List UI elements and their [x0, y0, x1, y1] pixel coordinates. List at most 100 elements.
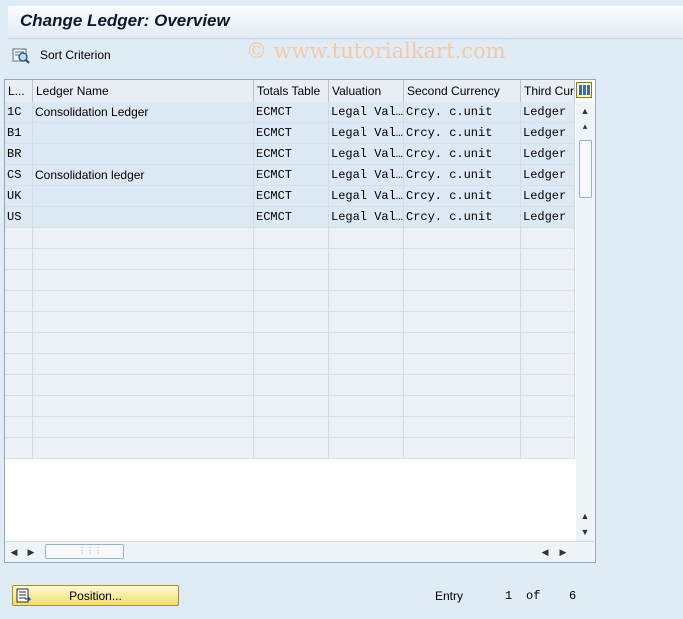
cell-second-currency[interactable]: Crcy. c.unit	[404, 186, 521, 206]
cell-ledger[interactable]: B1	[5, 123, 33, 143]
cell-second-currency[interactable]: Crcy. c.unit	[404, 165, 521, 185]
cell-second-currency[interactable]	[404, 249, 521, 269]
cell-second-currency[interactable]	[404, 312, 521, 332]
cell-second-currency[interactable]: Crcy. c.unit	[404, 123, 521, 143]
cell-second-currency[interactable]	[404, 438, 521, 458]
cell-totals-table[interactable]: ECMCT	[254, 102, 329, 122]
column-header-valuation[interactable]: Valuation	[329, 80, 404, 102]
cell-ledger[interactable]: UK	[5, 186, 33, 206]
scroll-right-page-icon[interactable]: ▶	[557, 545, 569, 559]
cell-totals-table[interactable]	[254, 396, 329, 416]
table-row[interactable]: B1 ECMCT Legal Val… Crcy. c.unit Ledger c	[5, 123, 575, 144]
cell-valuation[interactable]	[329, 417, 404, 437]
cell-ledger[interactable]	[5, 333, 33, 353]
table-settings-icon[interactable]	[576, 82, 592, 98]
cell-ledger-name[interactable]	[33, 312, 254, 332]
scroll-left-icon[interactable]: ▶	[25, 545, 37, 559]
scroll-down-icon[interactable]: ▼	[579, 526, 591, 538]
cell-valuation[interactable]: Legal Val…	[329, 186, 404, 206]
cell-valuation[interactable]: Legal Val…	[329, 207, 404, 227]
empty-table-row[interactable]	[5, 417, 575, 438]
vertical-scroll-thumb[interactable]	[579, 140, 592, 198]
table-row[interactable]: CS Consolidation ledger ECMCT Legal Val… Crc…	[5, 165, 575, 186]
cell-valuation[interactable]	[329, 249, 404, 269]
cell-second-currency[interactable]	[404, 417, 521, 437]
cell-third-currency[interactable]: Ledger c	[521, 207, 575, 227]
cell-ledger[interactable]: US	[5, 207, 33, 227]
cell-ledger-name[interactable]	[33, 291, 254, 311]
empty-table-row[interactable]	[5, 270, 575, 291]
cell-valuation[interactable]	[329, 312, 404, 332]
cell-valuation[interactable]: Legal Val…	[329, 102, 404, 122]
column-header-totals-table[interactable]: Totals Table	[254, 80, 329, 102]
cell-second-currency[interactable]	[404, 291, 521, 311]
cell-valuation[interactable]	[329, 354, 404, 374]
cell-ledger-name[interactable]: Consolidation ledger	[33, 165, 254, 185]
cell-third-currency[interactable]	[521, 375, 575, 395]
cell-ledger-name[interactable]	[33, 270, 254, 290]
cell-totals-table[interactable]	[254, 291, 329, 311]
vertical-scrollbar[interactable]: ▲ ▴ ▲ ▼	[576, 102, 594, 541]
cell-second-currency[interactable]: Crcy. c.unit	[404, 144, 521, 164]
column-header-second-currency[interactable]: Second Currency	[404, 80, 521, 102]
cell-third-currency[interactable]	[521, 270, 575, 290]
empty-table-row[interactable]	[5, 312, 575, 333]
cell-ledger[interactable]: CS	[5, 165, 33, 185]
cell-totals-table[interactable]: ECMCT	[254, 186, 329, 206]
cell-third-currency[interactable]	[521, 228, 575, 248]
cell-ledger[interactable]	[5, 291, 33, 311]
cell-ledger-name[interactable]	[33, 375, 254, 395]
table-row[interactable]: UK ECMCT Legal Val… Crcy. c.unit Ledger c	[5, 186, 575, 207]
table-row[interactable]: 1C Consolidation Ledger ECMCT Legal Val… Crc…	[5, 102, 575, 123]
scroll-page-up-icon[interactable]: ▴	[579, 120, 591, 132]
empty-table-row[interactable]	[5, 228, 575, 249]
cell-ledger-name[interactable]	[33, 249, 254, 269]
cell-ledger-name[interactable]	[33, 123, 254, 143]
table-row[interactable]: BR ECMCT Legal Val… Crcy. c.unit Ledger c	[5, 144, 575, 165]
cell-third-currency[interactable]	[521, 438, 575, 458]
position-button[interactable]: Position...	[12, 585, 179, 606]
cell-ledger[interactable]: 1C	[5, 102, 33, 122]
cell-ledger-name[interactable]	[33, 186, 254, 206]
cell-third-currency[interactable]: Ledger c	[521, 144, 575, 164]
horizontal-scrollbar[interactable]: ◀ ▶ ⋮⋮⋮ ◀ ▶	[5, 541, 594, 562]
cell-third-currency[interactable]	[521, 291, 575, 311]
cell-ledger[interactable]	[5, 417, 33, 437]
cell-second-currency[interactable]: Crcy. c.unit	[404, 207, 521, 227]
empty-table-row[interactable]	[5, 375, 575, 396]
cell-totals-table[interactable]	[254, 417, 329, 437]
empty-table-row[interactable]	[5, 396, 575, 417]
cell-second-currency[interactable]	[404, 354, 521, 374]
cell-totals-table[interactable]	[254, 438, 329, 458]
cell-third-currency[interactable]	[521, 249, 575, 269]
empty-table-row[interactable]	[5, 333, 575, 354]
cell-second-currency[interactable]: Crcy. c.unit	[404, 102, 521, 122]
cell-third-currency[interactable]	[521, 333, 575, 353]
cell-valuation[interactable]	[329, 396, 404, 416]
cell-ledger[interactable]: BR	[5, 144, 33, 164]
table-row[interactable]: US ECMCT Legal Val… Crcy. c.unit Ledger c	[5, 207, 575, 228]
cell-ledger-name[interactable]	[33, 417, 254, 437]
cell-second-currency[interactable]	[404, 375, 521, 395]
cell-third-currency[interactable]	[521, 312, 575, 332]
cell-second-currency[interactable]	[404, 270, 521, 290]
cell-totals-table[interactable]	[254, 312, 329, 332]
cell-valuation[interactable]	[329, 270, 404, 290]
cell-ledger[interactable]	[5, 375, 33, 395]
cell-ledger-name[interactable]	[33, 354, 254, 374]
cell-third-currency[interactable]	[521, 396, 575, 416]
cell-totals-table[interactable]: ECMCT	[254, 207, 329, 227]
empty-table-row[interactable]	[5, 438, 575, 459]
cell-totals-table[interactable]	[254, 354, 329, 374]
cell-totals-table[interactable]	[254, 228, 329, 248]
cell-ledger[interactable]	[5, 312, 33, 332]
cell-ledger-name[interactable]	[33, 438, 254, 458]
cell-ledger-name[interactable]	[33, 396, 254, 416]
scroll-left-page-icon[interactable]: ◀	[8, 545, 20, 559]
cell-ledger-name[interactable]	[33, 207, 254, 227]
scroll-up-icon[interactable]: ▲	[579, 105, 591, 117]
empty-table-row[interactable]	[5, 291, 575, 312]
cell-ledger-name[interactable]: Consolidation Ledger	[33, 102, 254, 122]
sort-criterion-button[interactable]: Sort Criterion	[12, 43, 111, 67]
cell-ledger[interactable]	[5, 354, 33, 374]
